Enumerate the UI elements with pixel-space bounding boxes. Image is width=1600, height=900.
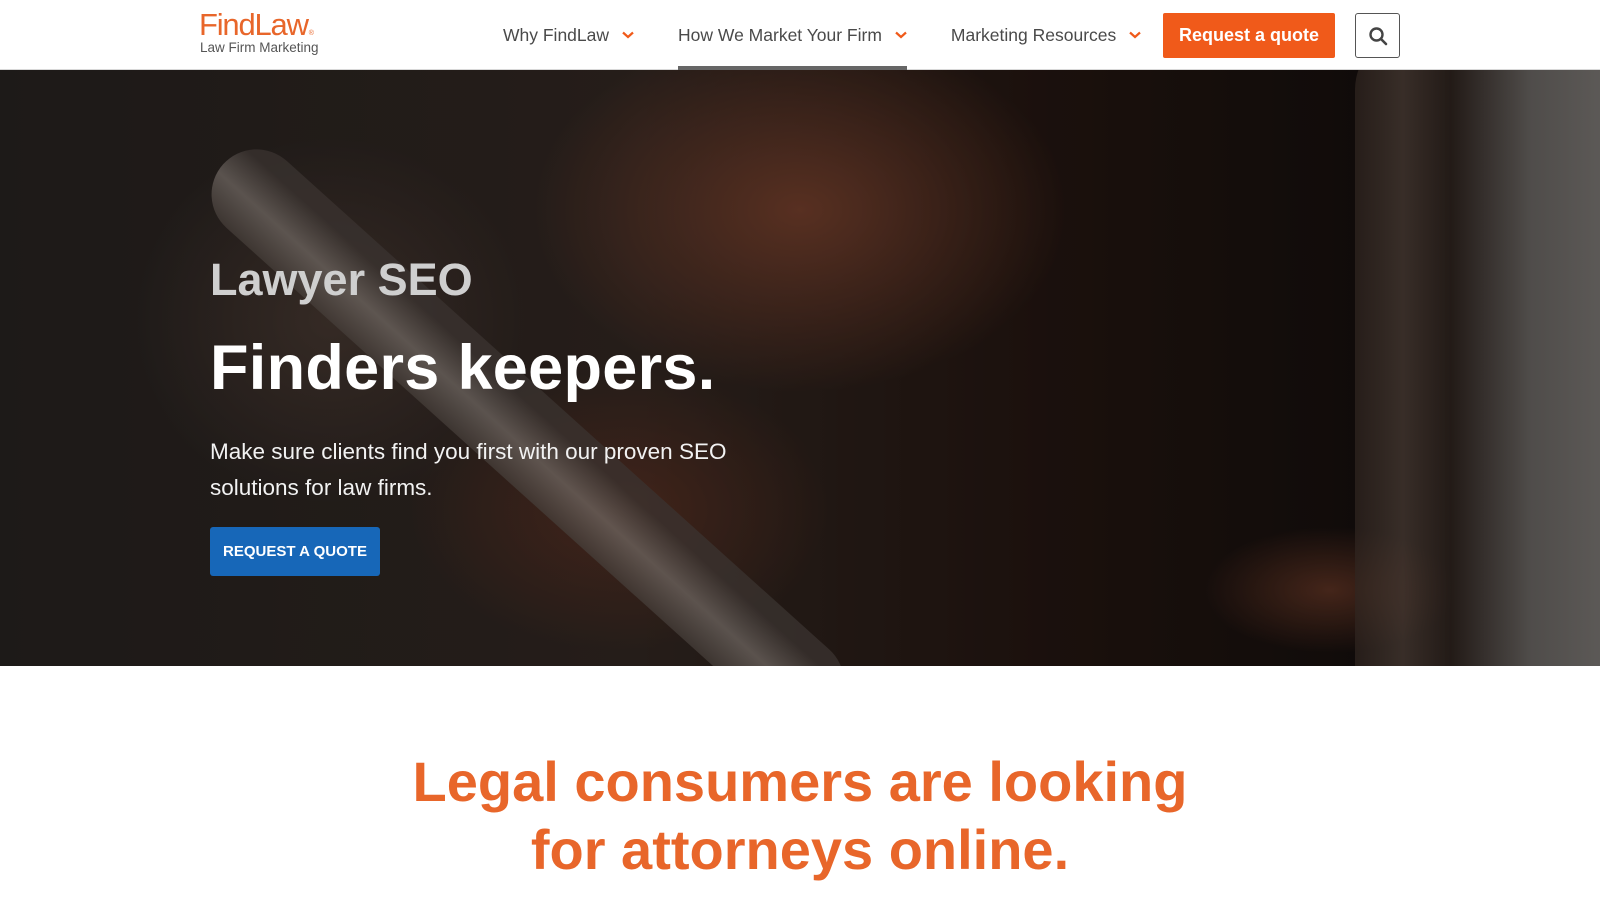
request-quote-button[interactable]: Request a quote (1163, 13, 1335, 58)
hero-eyebrow: Lawyer SEO (210, 254, 473, 305)
logo-registered-mark: ® (308, 30, 314, 37)
main-nav: Why FindLaw How We Market Your Firm Mark… (503, 0, 1185, 70)
section-headline-line-1: Legal consumers are looking (412, 750, 1188, 813)
search-icon (1368, 26, 1387, 45)
nav-item-why-findlaw[interactable]: Why FindLaw (503, 0, 634, 70)
hero-description: Make sure clients find you first with ou… (210, 439, 727, 500)
logo-subtitle: Law Firm Marketing (200, 40, 319, 55)
section-headline: Legal consumers are looking for attorney… (0, 748, 1600, 884)
chevron-down-icon (895, 31, 907, 39)
nav-item-how-we-market[interactable]: How We Market Your Firm (678, 0, 907, 70)
hero-banner: Lawyer SEO Finders keepers. Make sure cl… (0, 70, 1600, 666)
hero-content: Lawyer SEO Finders keepers. Make sure cl… (210, 252, 830, 576)
chevron-down-icon (1129, 31, 1142, 39)
chevron-down-icon (622, 31, 634, 39)
section-headline-line-2: for attorneys online. (530, 818, 1070, 881)
findlaw-logo[interactable]: FindLaw® Law Firm Marketing (199, 7, 319, 56)
nav-item-marketing-resources[interactable]: Marketing Resources (950, 0, 1142, 70)
hero-title: Finders keepers. (210, 333, 716, 403)
site-header: FindLaw® Law Firm Marketing Why FindLaw … (0, 0, 1600, 70)
hero-request-quote-button[interactable]: REQUEST A QUOTE (210, 527, 380, 576)
nav-item-label: How We Market Your Firm (678, 24, 882, 45)
nav-item-label: Why FindLaw (503, 24, 610, 45)
search-button[interactable] (1355, 13, 1400, 58)
nav-item-label: Marketing Resources (950, 24, 1117, 45)
logo-word: FindLaw (199, 7, 309, 42)
